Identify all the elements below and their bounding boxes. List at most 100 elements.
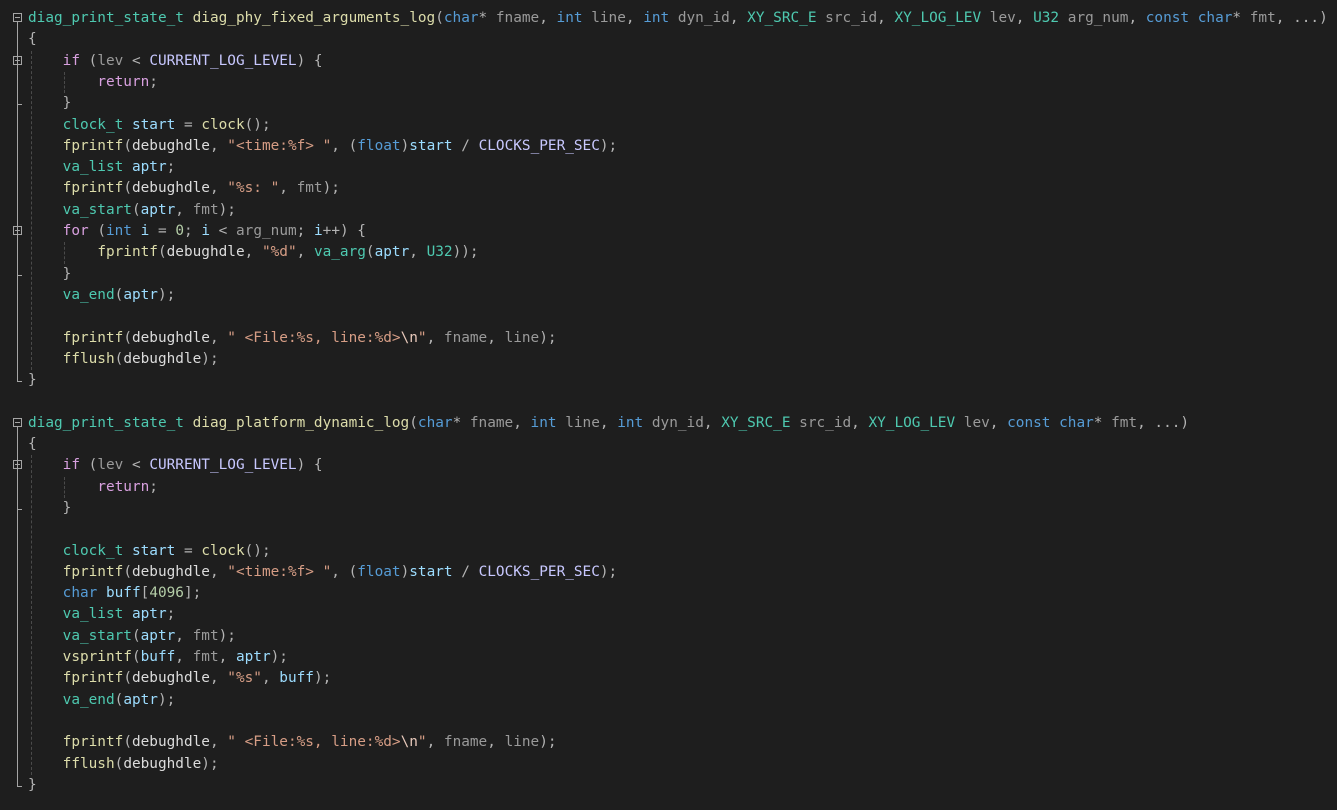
collapse-region-icon[interactable]	[13, 55, 22, 65]
code-line[interactable]: if (lev < CURRENT_LOG_LEVEL) {	[0, 455, 1337, 476]
code-line[interactable]: va_list aptr;	[0, 604, 1337, 625]
punctuation-token	[981, 10, 990, 26]
code-line[interactable]: fflush(debughdle);	[0, 754, 1337, 775]
code-line-content: if (lev < CURRENT_LOG_LEVEL) {	[28, 455, 323, 476]
parameter-token: line	[504, 329, 540, 346]
punctuation-token: );	[218, 201, 236, 218]
code-line[interactable]: fflush(debughdle);	[0, 349, 1337, 370]
punctuation-token: );	[201, 350, 219, 367]
code-line[interactable]: }	[0, 775, 1337, 796]
code-line[interactable]: diag_print_state_t diag_phy_fixed_argume…	[0, 8, 1337, 29]
code-editor[interactable]: diag_print_state_t diag_phy_fixed_argume…	[0, 0, 1337, 810]
punctuation-token: ,	[513, 414, 531, 431]
keyword-token: int	[617, 414, 644, 431]
code-line[interactable]: fprintf(debughdle, "%d", va_arg(aptr, U3…	[0, 242, 1337, 263]
punctuation-token: );	[539, 734, 557, 751]
punctuation-token	[669, 10, 678, 26]
code-line-content: va_list aptr;	[28, 157, 176, 178]
punctuation-token: , (	[331, 563, 358, 580]
string-token: "<time:%f> "	[227, 137, 332, 154]
control-keyword-token: return	[97, 478, 150, 495]
code-line[interactable]: va_end(aptr);	[0, 690, 1337, 711]
variable-token: i	[201, 223, 210, 239]
code-line[interactable]: diag_print_state_t diag_platform_dynamic…	[0, 413, 1337, 434]
text-token: debughdle	[131, 329, 210, 346]
string-token: "	[417, 734, 427, 751]
punctuation-token: }	[62, 265, 72, 282]
code-line[interactable]: va_start(aptr, fmt);	[0, 626, 1337, 647]
code-line[interactable]: fprintf(debughdle, " <File:%s, line:%d>\…	[0, 732, 1337, 753]
punctuation-token: ,	[175, 627, 193, 644]
punctuation-token: ];	[183, 585, 202, 602]
punctuation-token: (	[123, 180, 132, 197]
code-line[interactable]: va_list aptr;	[0, 157, 1337, 178]
code-line[interactable]: clock_t start = clock();	[0, 115, 1337, 136]
punctuation-token: ,	[209, 734, 228, 751]
collapse-region-icon[interactable]	[13, 13, 22, 22]
code-line[interactable]: if (lev < CURRENT_LOG_LEVEL) {	[0, 51, 1337, 72]
function-token: clock	[201, 542, 245, 559]
parameter-token: fmt	[1249, 10, 1276, 26]
punctuation-token: );	[157, 691, 176, 708]
code-line[interactable]: return;	[0, 477, 1337, 498]
code-line[interactable]	[0, 711, 1337, 732]
macro-token: CURRENT_LOG_LEVEL	[149, 457, 297, 474]
variable-token: buff	[140, 649, 176, 665]
punctuation-token: [	[140, 585, 150, 602]
variable-token: start	[409, 563, 453, 580]
code-line[interactable]: }	[0, 498, 1337, 519]
keyword-token: int	[556, 10, 583, 26]
code-line[interactable]: char buff[4096];	[0, 583, 1337, 604]
control-keyword-token: for	[62, 223, 89, 239]
keyword-token: int	[643, 10, 670, 26]
code-line-content: for (int i = 0; i < arg_num; i++) {	[28, 221, 366, 242]
punctuation-token: (	[157, 244, 167, 261]
parameter-token: line	[504, 734, 540, 751]
code-line[interactable]: {	[0, 434, 1337, 455]
parameter-token: dyn_id	[677, 10, 730, 26]
punctuation-token: );	[157, 286, 176, 303]
type-token: U32	[426, 244, 453, 261]
punctuation-token: /	[452, 137, 479, 154]
code-line[interactable]: fprintf(debughdle, "%s", buff);	[0, 668, 1337, 689]
collapse-region-icon[interactable]	[13, 226, 22, 235]
punctuation-token: );	[539, 329, 557, 346]
collapse-region-icon[interactable]	[13, 460, 22, 470]
code-line[interactable]: va_start(aptr, fmt);	[0, 200, 1337, 221]
code-line[interactable]	[0, 391, 1337, 412]
code-line-content: diag_print_state_t diag_phy_fixed_argume…	[28, 8, 1328, 29]
code-line[interactable]: fprintf(debughdle, " <File:%s, line:%d>\…	[0, 328, 1337, 349]
code-line[interactable]: fprintf(debughdle, "<time:%f> ", (float)…	[0, 562, 1337, 583]
code-line[interactable]	[0, 519, 1337, 540]
code-line[interactable]: }	[0, 93, 1337, 114]
code-line[interactable]: clock_t start = clock();	[0, 541, 1337, 562]
code-line[interactable]	[0, 306, 1337, 327]
collapse-region-icon[interactable]	[13, 417, 22, 427]
punctuation-token: ));	[452, 244, 479, 261]
parameter-token: lev	[97, 457, 124, 474]
code-line-content: }	[28, 498, 72, 519]
function-token: fprintf	[62, 137, 124, 154]
variable-token: buff	[105, 585, 141, 602]
code-line[interactable]: fprintf(debughdle, "%s: ", fmt);	[0, 178, 1337, 199]
punctuation-token: =	[175, 542, 202, 559]
punctuation-token: ,	[877, 10, 895, 26]
code-line[interactable]: for (int i = 0; i < arg_num; i++) {	[0, 221, 1337, 242]
parameter-token: line	[591, 10, 626, 26]
code-line[interactable]: vsprintf(buff, fmt, aptr);	[0, 647, 1337, 668]
code-line[interactable]: }	[0, 370, 1337, 391]
code-line[interactable]: }	[0, 264, 1337, 285]
punctuation-token	[1059, 10, 1068, 26]
code-line[interactable]: fprintf(debughdle, "<time:%f> ", (float)…	[0, 136, 1337, 157]
code-line-content: diag_print_state_t diag_platform_dynamic…	[28, 413, 1189, 434]
code-line[interactable]: {	[0, 29, 1337, 50]
punctuation-token: ) {	[296, 457, 323, 474]
code-line[interactable]: va_end(aptr);	[0, 285, 1337, 306]
type-token: U32	[1033, 10, 1060, 26]
variable-token: aptr	[131, 159, 167, 176]
punctuation-token: *	[478, 10, 496, 26]
code-line[interactable]: return;	[0, 72, 1337, 93]
string-token: "%s: "	[227, 180, 280, 197]
